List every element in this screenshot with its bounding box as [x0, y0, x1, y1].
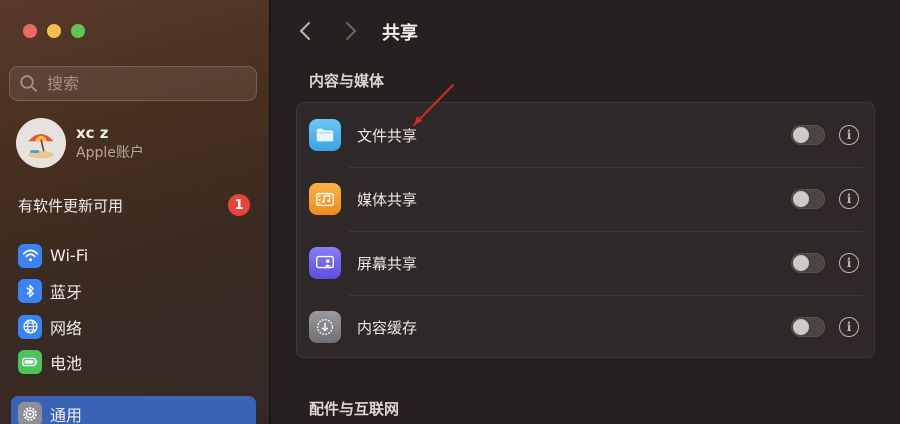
content-caching-toggle[interactable]: [791, 317, 825, 337]
zoom-window-button[interactable]: [71, 24, 85, 38]
row-label: 媒体共享: [357, 190, 418, 209]
sidebar-item-label: 蓝牙: [50, 283, 83, 303]
sidebar: xc z Apple账户 有软件更新可用 1 Wi-Fi: [0, 0, 270, 424]
download-icon: [309, 311, 341, 343]
apple-account[interactable]: xc z Apple账户: [16, 118, 144, 168]
search-field[interactable]: [9, 66, 257, 101]
toolbar: 共享: [271, 0, 900, 62]
sidebar-item-wifi[interactable]: Wi-Fi: [0, 238, 270, 274]
media-sharing-toggle[interactable]: [791, 189, 825, 209]
beach-umbrella-icon: [28, 134, 54, 159]
back-arrow-icon[interactable]: [295, 19, 315, 43]
list-item-content-caching: 内容缓存 i: [297, 295, 874, 359]
folder-icon: [309, 119, 341, 151]
main-pane: 共享 内容与媒体 文件共享 i 媒体共享 i 屏幕共享 i 内容缓存 i 配件与…: [271, 0, 900, 424]
bluetooth-icon: [18, 279, 42, 304]
sidebar-item-label: 电池: [50, 354, 83, 374]
sidebar-item-label: 网络: [50, 318, 83, 338]
row-label: 内容缓存: [357, 318, 418, 337]
software-update-item[interactable]: 有软件更新可用 1: [18, 194, 250, 216]
close-window-button[interactable]: [23, 24, 37, 38]
wifi-icon: [18, 243, 42, 268]
gear-icon: [18, 401, 42, 424]
account-subtitle: Apple账户: [76, 145, 144, 161]
file-sharing-toggle[interactable]: [791, 125, 825, 145]
row-label: 屏幕共享: [357, 254, 418, 273]
sidebar-nav: Wi-Fi 蓝牙 网络 电池 通用: [0, 238, 270, 424]
software-update-label: 有软件更新可用: [18, 196, 124, 215]
forward-arrow-icon[interactable]: [341, 19, 361, 43]
sidebar-item-battery[interactable]: 电池: [0, 345, 270, 381]
avatar: [16, 118, 66, 168]
list-item-screen-sharing: 屏幕共享 i: [297, 231, 874, 295]
search-input[interactable]: [47, 74, 247, 93]
sidebar-item-bluetooth[interactable]: 蓝牙: [0, 274, 270, 310]
search-icon: [20, 74, 37, 92]
section-title-content-media: 内容与媒体: [309, 72, 385, 90]
media-icon: [309, 183, 341, 215]
screen-sharing-toggle[interactable]: [791, 253, 825, 273]
info-icon[interactable]: i: [839, 317, 859, 337]
update-count-badge: 1: [228, 194, 250, 216]
battery-icon: [18, 350, 42, 375]
list-item-media-sharing: 媒体共享 i: [297, 167, 874, 231]
minimize-window-button[interactable]: [47, 24, 61, 38]
info-icon[interactable]: i: [839, 253, 859, 273]
info-icon[interactable]: i: [839, 125, 859, 145]
sidebar-item-label: 通用: [50, 405, 83, 424]
page-title: 共享: [382, 23, 418, 44]
list-item-file-sharing: 文件共享 i: [297, 103, 874, 167]
sidebar-item-general[interactable]: 通用: [0, 396, 270, 424]
row-label: 文件共享: [357, 126, 418, 145]
section-title-accessories-internet: 配件与互联网: [309, 400, 400, 418]
sidebar-item-label: Wi-Fi: [50, 246, 89, 266]
sidebar-item-network[interactable]: 网络: [0, 309, 270, 345]
info-icon[interactable]: i: [839, 189, 859, 209]
screen-share-icon: [309, 247, 341, 279]
account-name: xc z: [76, 124, 109, 142]
globe-icon: [18, 314, 42, 339]
content-media-group: 文件共享 i 媒体共享 i 屏幕共享 i 内容缓存 i: [296, 102, 875, 358]
window-controls: [23, 24, 85, 38]
